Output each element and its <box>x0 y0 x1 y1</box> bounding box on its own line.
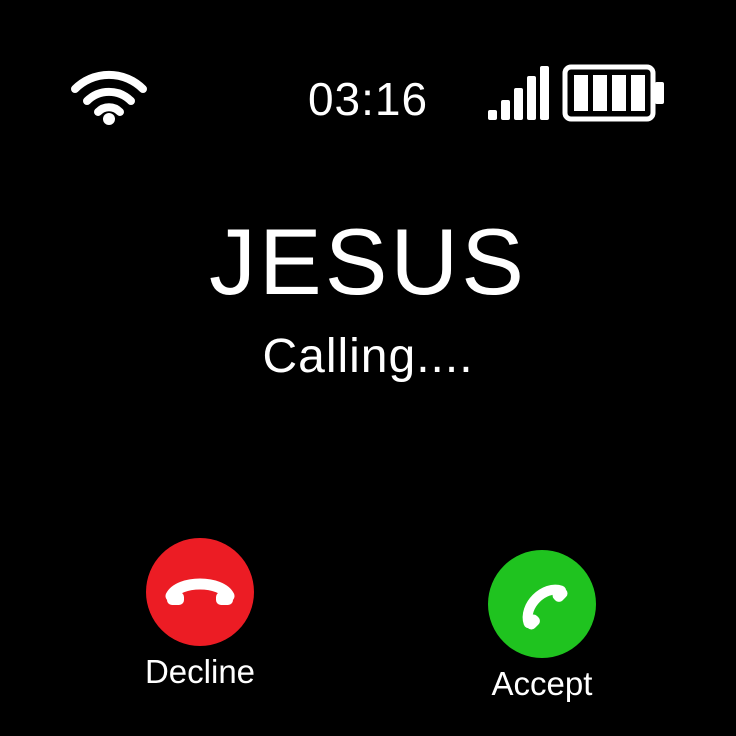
caller-name: JESUS <box>209 209 527 314</box>
phone-hangup-icon <box>165 578 235 605</box>
signal-bars-icon <box>488 66 549 120</box>
phone-icon <box>522 584 568 630</box>
call-status: Calling.... <box>262 330 474 383</box>
battery-icon <box>562 64 664 122</box>
accept-button[interactable] <box>488 550 596 658</box>
decline-button[interactable] <box>146 538 254 646</box>
accept-label: Accept <box>491 665 593 702</box>
decline-label: Decline <box>144 653 256 690</box>
status-time: 03:16 <box>307 73 429 125</box>
wifi-icon <box>71 70 147 125</box>
accept-action: Accept <box>452 550 632 704</box>
incoming-call-screen: 03:16 JESUS Calling.... Decline Accept <box>0 0 736 736</box>
decline-action: Decline <box>110 538 290 692</box>
